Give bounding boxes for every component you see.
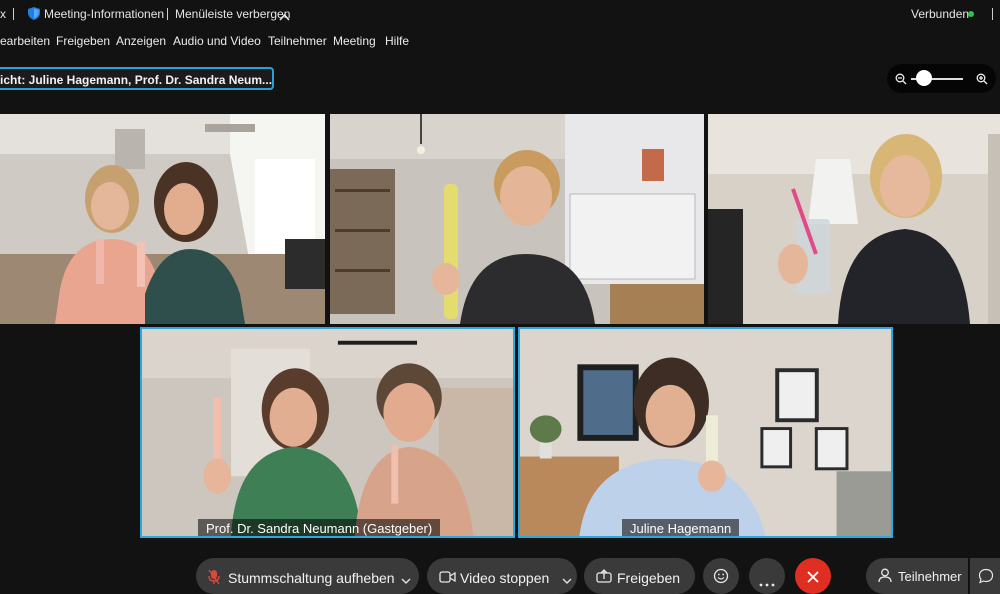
menu-share[interactable]: Freigeben (56, 34, 110, 48)
zoom-control (887, 64, 996, 93)
video-feed (0, 114, 325, 324)
video-tile-top-middle[interactable] (330, 114, 704, 324)
view-selector-label: icht: Juline Hagemann, Prof. Dr. Sandra … (0, 73, 273, 87)
menu-participants[interactable]: Teilnehmer (268, 34, 327, 48)
divider (13, 8, 14, 20)
video-tile-host[interactable]: Prof. Dr. Sandra Neumann (Gastgeber) (140, 327, 515, 538)
video-camera-icon (439, 570, 456, 588)
connection-status: Verbunden (911, 7, 970, 21)
chat-bubble-icon (978, 568, 994, 589)
hide-menu-button[interactable]: Menüleiste verbergen (175, 7, 290, 21)
microphone-muted-icon (208, 569, 220, 590)
chevron-down-icon[interactable] (562, 572, 572, 590)
menu-help[interactable]: Hilfe (385, 34, 409, 48)
menu-bar: earbeiten Freigeben Anzeigen Audio und V… (0, 28, 1000, 54)
divider (992, 8, 993, 20)
video-tile-juline[interactable]: Juline Hagemann (518, 327, 893, 538)
smiley-icon (713, 568, 729, 589)
unmute-label: Stummschaltung aufheben (228, 570, 395, 586)
chevron-down-icon[interactable] (401, 572, 411, 590)
status-dot-icon (968, 11, 974, 17)
menu-meeting[interactable]: Meeting (333, 34, 376, 48)
meeting-info-button[interactable]: Meeting-Informationen (44, 7, 164, 21)
close-icon (807, 570, 819, 588)
menu-view[interactable]: Anzeigen (116, 34, 166, 48)
chevron-up-icon[interactable] (279, 8, 290, 26)
video-feed (330, 114, 704, 324)
person-icon (878, 568, 892, 588)
menu-audio-video[interactable]: Audio und Video (173, 34, 261, 48)
view-selector[interactable]: icht: Juline Hagemann, Prof. Dr. Sandra … (0, 67, 274, 90)
video-feed (142, 329, 513, 536)
participant-name-label: Prof. Dr. Sandra Neumann (Gastgeber) (198, 519, 441, 536)
zoom-out-icon[interactable] (895, 72, 907, 90)
share-label: Freigeben (617, 570, 681, 586)
video-feed (708, 114, 1000, 324)
shield-icon (28, 7, 40, 20)
video-feed (520, 329, 891, 536)
zoom-slider-handle[interactable] (916, 70, 932, 86)
divider (167, 8, 168, 20)
participants-label: Teilnehmer (898, 569, 962, 584)
title-bar: x Meeting-Informationen Menüleiste verbe… (0, 0, 1000, 28)
video-tile-top-right[interactable] (708, 114, 1000, 324)
video-tile-top-left[interactable] (0, 114, 325, 324)
participant-name-label: Juline Hagemann (622, 519, 740, 536)
stop-video-label: Video stoppen (460, 570, 550, 586)
zoom-in-icon[interactable] (976, 72, 988, 90)
app-name-fragment: x (0, 7, 6, 21)
share-screen-icon (596, 569, 612, 588)
more-dots-icon (759, 574, 775, 592)
menu-edit[interactable]: earbeiten (0, 34, 50, 48)
